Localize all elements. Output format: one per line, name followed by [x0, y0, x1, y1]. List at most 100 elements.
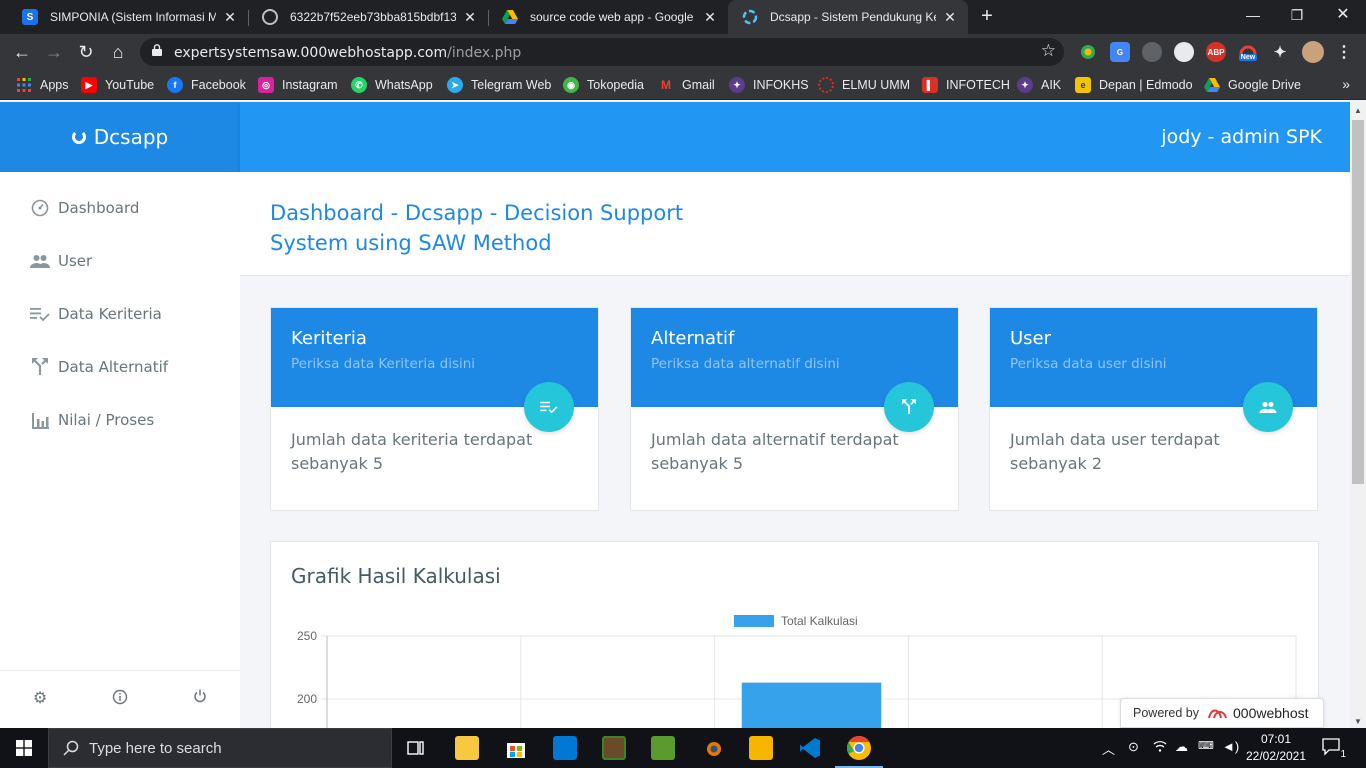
bookmark-label: INFOKHS [753, 78, 809, 92]
reload-icon[interactable]: ↻ [74, 40, 98, 64]
vscode-icon[interactable] [798, 736, 822, 760]
card-alternatif[interactable]: Alternatif Periksa data alternatif disin… [630, 307, 959, 511]
bookmark-edmodo[interactable]: e Depan | Edmodo [1075, 76, 1193, 94]
bookmark-infotech[interactable]: ▌ INFOTECH [922, 76, 1010, 94]
taskbar-search-input[interactable]: Type here to search [48, 728, 392, 768]
blender-icon[interactable] [700, 736, 724, 760]
scrollbar-thumb[interactable] [1352, 120, 1364, 484]
settings-gear-icon[interactable]: ⚙ [30, 689, 50, 709]
browser-tab[interactable]: S SIMPONIA (Sistem Informasi Man ✕ [8, 0, 248, 34]
playlist-check-icon[interactable] [524, 382, 574, 432]
people-icon [30, 251, 50, 271]
keyboard-language-icon[interactable]: ⌨ [1198, 739, 1214, 752]
info-icon[interactable] [110, 689, 130, 709]
adblock-plus-icon[interactable]: ABP [1206, 42, 1226, 62]
url-text: expertsystemsaw.000webhostapp.com/index.… [174, 45, 521, 61]
taskbar-clock[interactable]: 07:01 22/02/2021 [1240, 731, 1312, 765]
new-tab-button[interactable]: + [976, 5, 998, 29]
bookmarks-overflow-icon[interactable]: » [1342, 76, 1350, 92]
scroll-down-icon[interactable]: ▼ [1354, 717, 1362, 726]
wifi-icon[interactable] [1153, 739, 1167, 756]
bookmark-facebook[interactable]: f Facebook [167, 76, 246, 94]
bookmark-gmail[interactable]: M Gmail [658, 76, 715, 94]
new-extension-icon[interactable]: New [1238, 42, 1258, 62]
tray-chevron-icon[interactable]: ︿ [1102, 739, 1115, 758]
bookmark-telegram[interactable]: ➤ Telegram Web [447, 76, 551, 94]
volume-icon[interactable]: ◄) [1222, 739, 1239, 754]
extensions-puzzle-icon[interactable]: ✦ [1270, 42, 1290, 62]
power-logout-icon[interactable] [190, 689, 210, 709]
page-scrollbar[interactable]: ▲ ▼ [1350, 102, 1366, 728]
address-bar[interactable]: expertsystemsaw.000webhostapp.com/index.… [140, 38, 1064, 66]
search-icon [63, 740, 79, 756]
instagram-icon: ◎ [258, 77, 274, 93]
microsoft-store-icon[interactable] [504, 736, 528, 760]
close-tab-icon[interactable]: ✕ [462, 9, 478, 26]
card-user[interactable]: User Periksa data user disini Jumlah dat… [989, 307, 1318, 511]
minecraft-grass-icon[interactable] [651, 736, 675, 760]
sidebar-item-user[interactable]: User [30, 249, 92, 273]
windows-start-icon[interactable] [0, 728, 48, 768]
window-close-icon[interactable]: ✕ [1320, 0, 1366, 32]
sidebar-item-label: Dashboard [58, 199, 140, 217]
page-title-bar: Dashboard - Dcsapp - Decision Support Sy… [240, 172, 1350, 276]
mail-icon[interactable] [553, 736, 577, 760]
profile-avatar[interactable] [1302, 41, 1324, 63]
dcsapp-logo-icon [71, 130, 86, 144]
translate-icon[interactable]: G [1110, 42, 1130, 62]
bookmark-star-icon[interactable]: ☆ [1041, 41, 1056, 61]
bookmark-infokhs[interactable]: ✦ INFOKHS [729, 76, 809, 94]
bookmark-label: Google Drive [1228, 78, 1301, 92]
facebook-icon: f [167, 77, 183, 93]
windows-taskbar: Type here to search ︿ ⊙ ☁ ⌨ ◄) 07:01 22/… [0, 728, 1366, 768]
extension-icon[interactable] [1142, 42, 1162, 62]
brand-logo[interactable]: Dcsapp [0, 102, 240, 172]
bookmark-youtube[interactable]: ▶ YouTube [81, 76, 154, 94]
browser-tab[interactable]: source code web app - Google D ✕ [488, 0, 728, 34]
close-tab-icon[interactable]: ✕ [702, 9, 718, 26]
aik-icon: ✦ [1017, 77, 1033, 93]
browser-tab[interactable]: 6322b7f52eeb73bba815bdbf130... ✕ [248, 0, 488, 34]
sidebar-item-nilai-proses[interactable]: Nilai / Proses [30, 408, 154, 432]
bookmark-google-drive[interactable]: Google Drive [1204, 76, 1301, 94]
people-icon[interactable] [1243, 382, 1293, 432]
bookmark-aik[interactable]: ✦ AIK [1017, 76, 1061, 94]
cloud-icon[interactable]: ☁ [1175, 739, 1188, 755]
chart-bar [741, 682, 882, 728]
sidebar-item-data-keriteria[interactable]: Data Keriteria [30, 302, 162, 326]
card-keriteria[interactable]: Keriteria Periksa data Keriteria disini … [270, 307, 599, 511]
notification-center-icon[interactable]: 1 [1322, 738, 1346, 760]
sidebar-item-data-alternatif[interactable]: Data Alternatif [30, 355, 168, 379]
tokopedia-icon: ◉ [563, 77, 579, 93]
chrome-icon[interactable] [835, 736, 883, 768]
globe-icon [262, 9, 278, 25]
restore-icon[interactable]: ❐ [1274, 0, 1320, 32]
extension-icon[interactable] [1078, 42, 1098, 62]
bookmark-instagram[interactable]: ◎ Instagram [258, 76, 338, 94]
scroll-up-icon[interactable]: ▲ [1354, 106, 1362, 115]
lock-icon [152, 44, 162, 56]
close-tab-icon[interactable]: ✕ [942, 9, 958, 26]
browser-tab-active[interactable]: Dcsapp - Sistem Pendukung Kep ✕ [728, 0, 968, 34]
sidebar-item-dashboard[interactable]: Dashboard [30, 196, 139, 220]
bookmark-whatsapp[interactable]: ✆ WhatsApp [351, 76, 433, 94]
minecraft-icon[interactable] [602, 736, 626, 760]
minimize-icon[interactable]: — [1230, 0, 1276, 32]
chat-extension-icon[interactable] [1174, 42, 1194, 62]
task-view-icon[interactable] [404, 736, 428, 760]
app-icon[interactable] [749, 736, 773, 760]
user-label[interactable]: jody - admin SPK [1161, 126, 1322, 148]
file-explorer-icon[interactable] [455, 736, 479, 760]
bookmark-apps[interactable]: Apps [16, 76, 69, 94]
forward-icon[interactable]: → [42, 40, 66, 64]
menu-kebab-icon[interactable]: ⋮ [1334, 42, 1354, 62]
call-split-icon[interactable] [884, 382, 934, 432]
powered-by-badge[interactable]: Powered by 000webhost [1120, 698, 1324, 728]
tray-app-icon[interactable]: ⊙ [1128, 739, 1139, 755]
close-tab-icon[interactable]: ✕ [222, 9, 238, 26]
home-icon[interactable]: ⌂ [106, 40, 130, 64]
bookmark-elmu-umm[interactable]: ELMU UMM [818, 76, 910, 94]
bookmark-label: Depan | Edmodo [1099, 78, 1193, 92]
bookmark-tokopedia[interactable]: ◉ Tokopedia [563, 76, 644, 94]
back-icon[interactable]: ← [10, 40, 34, 64]
